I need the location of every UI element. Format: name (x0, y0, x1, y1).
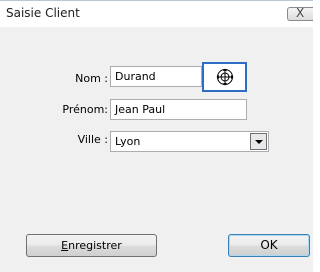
prenom-label: Prénom: (62, 103, 108, 116)
close-icon: X (296, 6, 305, 20)
move-icon (216, 68, 234, 86)
move-handle[interactable] (202, 62, 247, 92)
ville-selected-value: Lyon (115, 135, 141, 148)
ville-label: Ville : (77, 133, 108, 146)
ville-select[interactable]: Lyon (110, 131, 269, 152)
enregistrer-label: nregistrer (68, 239, 122, 252)
prenom-field[interactable]: Jean Paul (110, 99, 247, 120)
chevron-down-icon[interactable] (250, 133, 267, 150)
ok-button[interactable]: OK (228, 234, 310, 257)
nom-label: Nom : (75, 72, 108, 85)
title-bar[interactable]: Saisie Client X (0, 1, 313, 28)
close-button[interactable]: X (287, 6, 313, 21)
enregistrer-button[interactable]: Enregistrer (26, 234, 157, 257)
window-title: Saisie Client (6, 6, 80, 20)
saisie-client-dialog: Saisie Client X Nom : Durand Prénom: Jea… (0, 0, 313, 272)
nom-field[interactable]: Durand (110, 66, 202, 87)
